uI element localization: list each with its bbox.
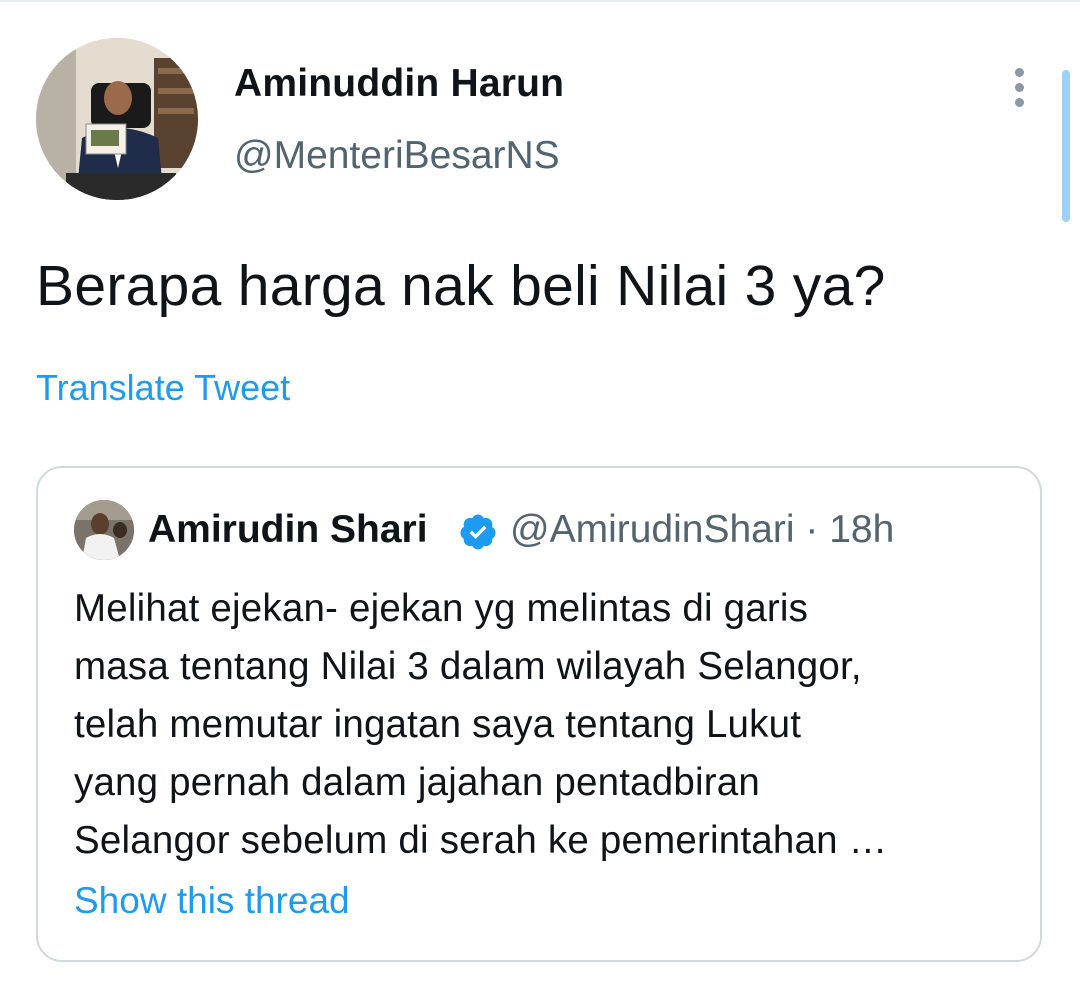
- top-divider: [0, 0, 1080, 2]
- tweet-timestamp[interactable]: 18h: [829, 508, 894, 551]
- quoted-author-handle[interactable]: @AmirudinShari: [510, 508, 795, 551]
- quoted-text-line: Melihat ejekan- ejekan yg melintas di ga…: [74, 587, 809, 630]
- author-name[interactable]: Aminuddin Harun: [234, 62, 564, 106]
- profile-photo-icon: [74, 500, 134, 560]
- quoted-author-meta[interactable]: @AmirudinShari · 18h: [510, 508, 894, 552]
- quoted-text-line: Selangor sebelum di serah ke pemerintaha…: [74, 819, 888, 862]
- verified-badge-icon: [460, 514, 496, 550]
- quoted-author-avatar[interactable]: [74, 500, 134, 560]
- quoted-tweet-text: Melihat ejekan- ejekan yg melintas di ga…: [74, 580, 1014, 870]
- translate-tweet-link[interactable]: Translate Tweet: [36, 367, 290, 409]
- quoted-text-line: masa tentang Nilai 3 dalam wilayah Selan…: [74, 645, 862, 688]
- author-avatar[interactable]: [36, 38, 198, 200]
- author-handle[interactable]: @MenteriBesarNS: [234, 134, 560, 178]
- more-dot: [1015, 98, 1024, 107]
- more-dot: [1015, 68, 1024, 77]
- more-vertical-icon[interactable]: [1004, 64, 1036, 112]
- quoted-author-name[interactable]: Amirudin Shari: [148, 508, 428, 552]
- quoted-text-line: telah memutar ingatan saya tentang Lukut: [74, 703, 802, 746]
- quoted-tweet-card[interactable]: Amirudin Shari @AmirudinShari · 18h Meli…: [36, 466, 1042, 962]
- profile-photo-icon: [36, 38, 198, 200]
- tweet-text: Berapa harga nak beli Nilai 3 ya?: [36, 254, 886, 318]
- show-thread-link[interactable]: Show this thread: [74, 880, 350, 922]
- scrollbar[interactable]: [1062, 70, 1070, 222]
- meta-separator: ·: [805, 508, 819, 551]
- more-dot: [1015, 83, 1024, 92]
- quoted-text-line: yang pernah dalam jajahan pentadbiran: [74, 761, 760, 804]
